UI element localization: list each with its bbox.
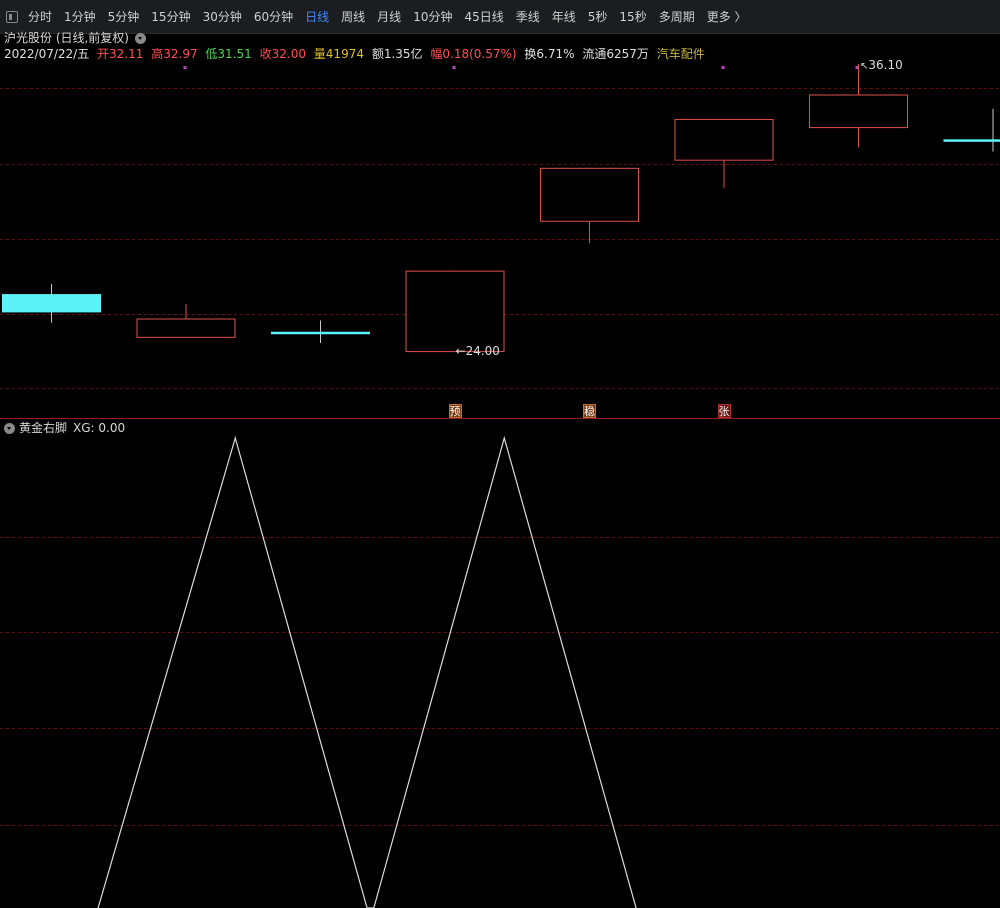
candle-body (405, 270, 505, 353)
candle-body (674, 118, 774, 161)
quote-turnover: 换6.71% (524, 47, 575, 61)
quote-volume: 量41974 (313, 47, 364, 61)
indicator-name: 黄金右脚 (19, 421, 68, 435)
chevron-down-icon[interactable] (4, 422, 15, 434)
candle-body (540, 167, 639, 222)
indicator-value: XG: 0.00 (73, 421, 126, 435)
indicator-title-bar: 黄金右脚 XG: 0.00 (4, 420, 125, 436)
quote-date: 2022/07/22/五 (4, 47, 90, 61)
arrow-left-icon: ← (455, 344, 466, 359)
quote-line: 2022/07/22/五 开32.11 高32.97 低31.51 收32.00… (4, 46, 709, 62)
signal-badge: 稳 (583, 404, 596, 418)
stock-title: 沪光股份 (日线,前复权) (4, 31, 129, 45)
quote-amount: 额1.35亿 (371, 47, 423, 61)
candle-body (2, 294, 101, 313)
marker-dot (183, 66, 187, 69)
kline-chart[interactable] (0, 0, 1000, 908)
stock-title-bar: 沪光股份 (日线,前复权) (4, 30, 146, 46)
quote-open: 开32.11 (97, 47, 144, 61)
candle-body (271, 331, 370, 335)
candle-body (136, 318, 236, 338)
quote-sector[interactable]: 汽车配件 (657, 47, 705, 61)
signal-badge: 张 (717, 404, 731, 418)
quote-change: 幅0.18(0.57%) (430, 47, 517, 61)
marker-dot (721, 66, 725, 69)
candle-body (943, 139, 1000, 142)
quote-close: 收32.00 (259, 47, 306, 61)
marker-dot (452, 66, 456, 69)
low-price-label: ←24.00 (455, 344, 500, 359)
quote-high: 高32.97 (151, 47, 198, 61)
high-price-label: ↖36.10 (860, 57, 903, 72)
quote-low: 低31.51 (205, 47, 252, 61)
indicator-line (97, 435, 637, 908)
signal-badge: 预 (448, 404, 462, 418)
candle-body (809, 94, 908, 129)
quote-float: 流通6257万 (582, 47, 649, 61)
chevron-down-icon[interactable] (135, 32, 146, 44)
